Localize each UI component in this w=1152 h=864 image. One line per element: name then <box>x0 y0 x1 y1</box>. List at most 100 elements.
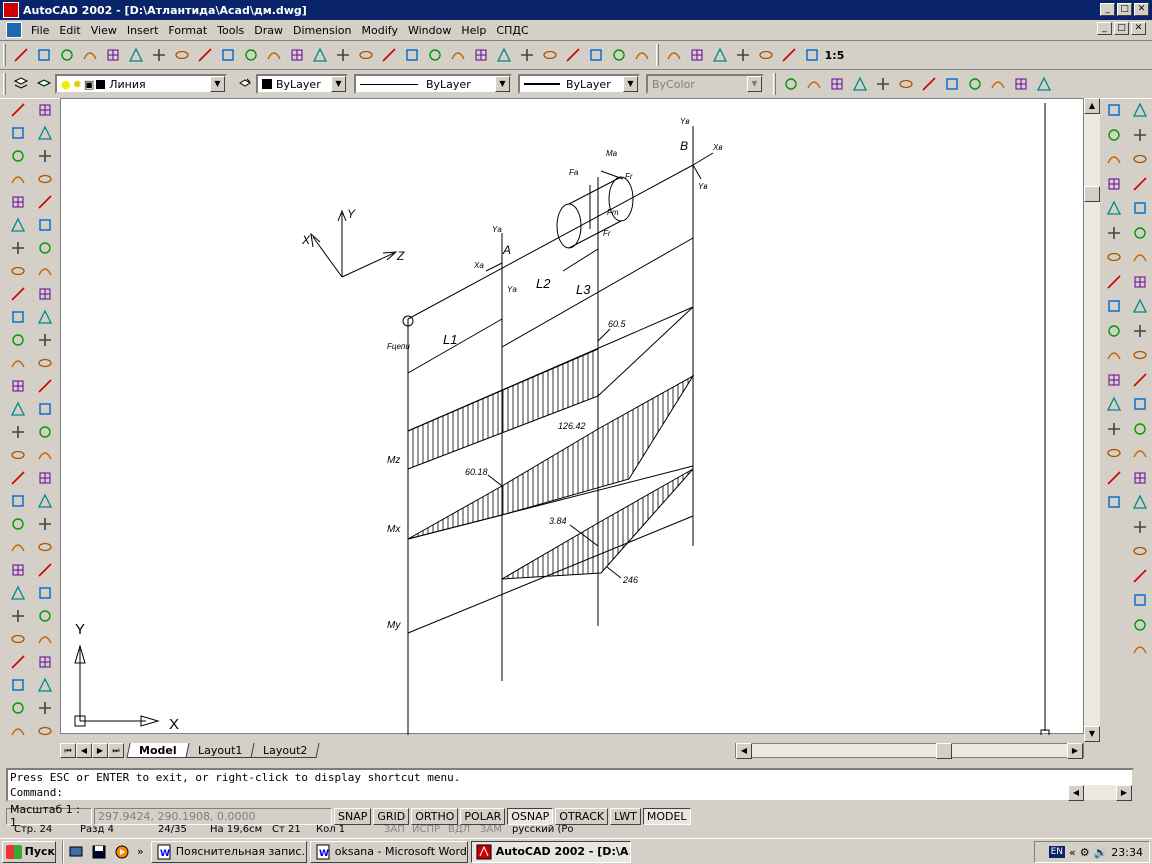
command-scroll-track[interactable] <box>1084 785 1116 800</box>
doc-restore-button[interactable]: □ <box>1114 22 1129 35</box>
dim-override-icon[interactable] <box>1103 490 1125 515</box>
osnap-parallel-icon[interactable] <box>1129 368 1151 393</box>
dim-diameter-icon[interactable] <box>871 73 894 95</box>
region-icon[interactable] <box>7 443 29 466</box>
designcenter-icon[interactable] <box>584 44 607 66</box>
osnap-intersect-icon[interactable] <box>1129 196 1151 221</box>
dim-aligned2-icon[interactable] <box>802 73 825 95</box>
insert-block-icon[interactable] <box>7 351 29 374</box>
circle-icon[interactable] <box>7 259 29 282</box>
tab-model[interactable]: Model <box>126 743 190 758</box>
osnap-apparent-icon[interactable] <box>1129 221 1151 246</box>
color-combo[interactable]: ByLayer ▼ <box>256 74 348 94</box>
minimize-button[interactable]: _ <box>1100 3 1115 16</box>
save-icon[interactable] <box>55 44 78 66</box>
close-button[interactable]: ✕ <box>1134 3 1149 16</box>
dim-continue-icon[interactable] <box>963 73 986 95</box>
ucs-z-icon[interactable] <box>1129 613 1151 638</box>
trim-icon[interactable] <box>34 328 56 351</box>
divide-icon[interactable] <box>34 489 56 512</box>
volume-icon[interactable]: 🔊 <box>1094 846 1108 859</box>
osnap-temp-icon[interactable] <box>1129 98 1151 123</box>
arc-icon[interactable] <box>7 236 29 259</box>
tolerance-icon[interactable] <box>754 44 777 66</box>
model-button[interactable]: MODEL <box>642 807 691 825</box>
polar-button[interactable]: POLAR <box>460 807 506 825</box>
tab-layout2[interactable]: Layout2 <box>250 743 321 758</box>
dim-textedit-icon[interactable] <box>1103 417 1125 442</box>
fillet-icon[interactable] <box>34 420 56 443</box>
otrack-button[interactable]: OTRACK <box>555 807 609 825</box>
ellipse-icon[interactable] <box>7 305 29 328</box>
menu-tools[interactable]: Tools <box>212 24 249 37</box>
tab-layout1[interactable]: Layout1 <box>185 743 255 758</box>
dim-ordinate2-icon[interactable] <box>825 73 848 95</box>
misc-icon[interactable] <box>630 44 653 66</box>
align-icon[interactable] <box>34 512 56 535</box>
ucs-icon[interactable] <box>400 44 423 66</box>
wipeout-icon[interactable] <box>7 650 29 673</box>
snap-from-icon[interactable] <box>377 44 400 66</box>
dim-linear2-icon[interactable] <box>1103 98 1125 123</box>
join-icon[interactable] <box>34 466 56 489</box>
horizontal-scrollbar[interactable]: ◀ ▶ <box>735 743 1084 759</box>
start-button[interactable]: Пуск <box>2 840 56 863</box>
revcloud-icon[interactable] <box>7 328 29 351</box>
move-icon[interactable] <box>34 213 56 236</box>
dim-continue-icon[interactable] <box>1103 294 1125 319</box>
properties2-icon[interactable] <box>34 627 56 650</box>
today-icon[interactable] <box>285 44 308 66</box>
donut-icon[interactable] <box>7 673 29 696</box>
point-icon[interactable] <box>7 397 29 420</box>
tolerance2-icon[interactable] <box>1103 343 1125 368</box>
paste-icon[interactable] <box>193 44 216 66</box>
mirror-icon[interactable] <box>34 144 56 167</box>
dim-baseline-icon[interactable] <box>940 73 963 95</box>
dim-style-icon[interactable] <box>1103 466 1125 491</box>
scroll-thumb[interactable] <box>1084 186 1100 202</box>
solid-icon[interactable] <box>7 696 29 719</box>
save-quicklaunch-icon[interactable] <box>87 841 110 863</box>
scale-button[interactable]: 1:5 <box>823 44 846 66</box>
dim-radius-icon[interactable] <box>848 73 871 95</box>
menu-edit[interactable]: Edit <box>54 24 85 37</box>
boundary-icon[interactable] <box>7 535 29 558</box>
ortho-button[interactable]: ORTHO <box>411 807 459 825</box>
layer-previous-icon[interactable] <box>32 73 55 95</box>
quicklaunch-more-icon[interactable]: » <box>137 845 144 858</box>
toolbar-grip[interactable] <box>3 44 6 66</box>
dim-linear2-icon[interactable] <box>779 73 802 95</box>
scroll-left-icon[interactable]: ◀ <box>736 743 752 759</box>
osnap-tangent-icon[interactable] <box>1129 319 1151 344</box>
magnet-icon[interactable] <box>1129 515 1151 540</box>
polygon-icon[interactable] <box>7 190 29 213</box>
help-icon[interactable] <box>607 44 630 66</box>
zoom-prev-icon[interactable] <box>538 44 561 66</box>
measure-icon[interactable] <box>7 558 29 581</box>
hscroll-thumb[interactable] <box>936 743 952 759</box>
dim-angular-icon[interactable] <box>894 73 917 95</box>
task-word-doc2[interactable]: W oksana - Microsoft Word <box>309 840 468 863</box>
layout-icon[interactable] <box>34 673 56 696</box>
menu-window[interactable]: Window <box>403 24 456 37</box>
dim-aligned-icon[interactable] <box>685 44 708 66</box>
scroll-down-icon[interactable]: ▼ <box>1084 726 1100 742</box>
dim-diameter-icon[interactable] <box>1103 196 1125 221</box>
command-window[interactable]: Press ESC or ENTER to exit, or right-cli… <box>6 768 1134 802</box>
construction-line-icon[interactable] <box>7 121 29 144</box>
grid-button[interactable]: GRID <box>373 807 410 825</box>
extend-icon[interactable] <box>34 351 56 374</box>
hatch-icon[interactable] <box>7 420 29 443</box>
center-mark-icon[interactable] <box>1032 73 1055 95</box>
match-icon[interactable] <box>216 44 239 66</box>
ucs-x-icon[interactable] <box>1129 588 1151 613</box>
open-icon[interactable] <box>32 44 55 66</box>
scale-icon[interactable] <box>34 259 56 282</box>
multiline-icon[interactable] <box>7 144 29 167</box>
quick-dim-icon[interactable] <box>1103 245 1125 270</box>
make-block-icon[interactable] <box>7 374 29 397</box>
vertical-scrollbar[interactable]: ▲ ▼ <box>1084 98 1100 742</box>
dim-angular-icon[interactable] <box>1103 221 1125 246</box>
dim-edit2-icon[interactable] <box>1103 392 1125 417</box>
leader2-icon[interactable] <box>1103 319 1125 344</box>
